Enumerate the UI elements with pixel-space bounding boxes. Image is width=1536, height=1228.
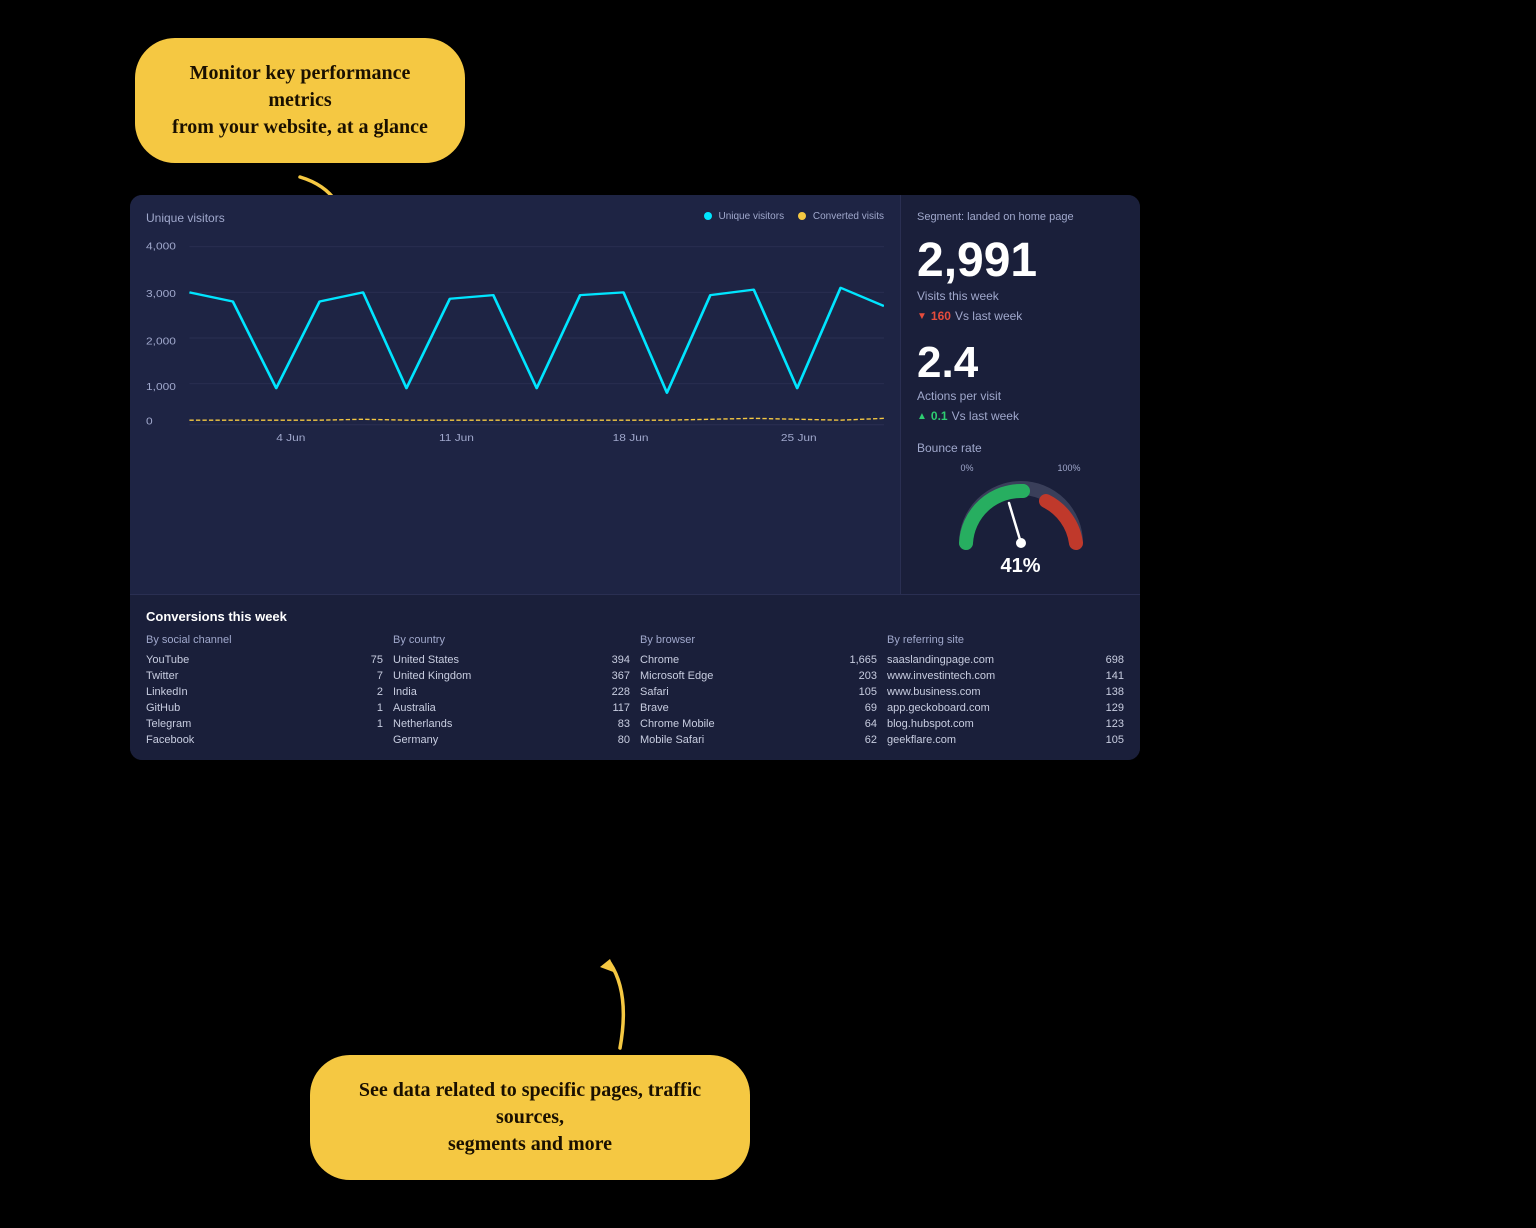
list-item: app.geckoboard.com129 [887, 700, 1124, 716]
line-chart: 4,000 3,000 2,000 1,000 0 4 Jun 11 Jun 1… [146, 233, 884, 443]
list-item: Safari105 [640, 684, 877, 700]
list-item: GitHub1 [146, 700, 383, 716]
actions-value: 2.4 [917, 341, 1124, 385]
chart-area: Unique visitors Unique visitors Converte… [130, 195, 900, 594]
svg-text:18 Jun: 18 Jun [613, 433, 649, 443]
list-item: saaslandingpage.com698 [887, 652, 1124, 668]
gauge-max: 100% [1057, 463, 1080, 473]
country-header: By country [393, 634, 630, 646]
up-arrow-icon: ▲ [917, 411, 927, 422]
list-item: YouTube75 [146, 652, 383, 668]
list-item: Australia117 [393, 700, 630, 716]
list-item: Brave69 [640, 700, 877, 716]
list-item: Germany80 [393, 732, 630, 748]
conversions-grid: By social channel YouTube75 Twitter7 Lin… [146, 634, 1124, 748]
list-item: Netherlands83 [393, 716, 630, 732]
list-item: Mobile Safari62 [640, 732, 877, 748]
visits-value: 2,991 [917, 237, 1124, 285]
top-bubble: Monitor key performance metricsfrom your… [135, 38, 465, 163]
list-item: Telegram1 [146, 716, 383, 732]
gauge-chart [951, 473, 1091, 553]
conversions-title: Conversions this week [146, 609, 1124, 624]
list-item: geekflare.com105 [887, 732, 1124, 748]
actions-change-label: Vs last week [952, 409, 1019, 423]
svg-text:4 Jun: 4 Jun [276, 433, 305, 443]
legend-converted: Converted visits [798, 211, 884, 222]
bottom-bubble: See data related to specific pages, traf… [310, 1055, 750, 1180]
svg-text:1,000: 1,000 [146, 382, 176, 393]
list-item: Facebook [146, 732, 383, 748]
list-item: Chrome1,665 [640, 652, 877, 668]
top-bubble-text: Monitor key performance metricsfrom your… [172, 62, 428, 138]
visits-label: Visits this week [917, 289, 1124, 303]
svg-text:4,000: 4,000 [146, 241, 176, 252]
gauge-container: 0% 100% 41% [917, 463, 1124, 578]
visits-change: ▼ 160 Vs last week [917, 309, 1124, 323]
actions-change-value: 0.1 [931, 409, 948, 423]
segment-panel: Segment: landed on home page 2,991 Visit… [900, 195, 1140, 594]
visits-change-value: 160 [931, 309, 951, 323]
actions-label: Actions per visit [917, 389, 1124, 403]
bottom-bubble-text: See data related to specific pages, traf… [359, 1079, 701, 1155]
svg-text:3,000: 3,000 [146, 289, 176, 300]
actions-change: ▲ 0.1 Vs last week [917, 409, 1124, 423]
top-section: Unique visitors Unique visitors Converte… [130, 195, 1140, 594]
conversions-section: Conversions this week By social channel … [130, 594, 1140, 760]
list-item: Microsoft Edge203 [640, 668, 877, 684]
svg-text:0: 0 [146, 417, 153, 428]
svg-text:25 Jun: 25 Jun [781, 433, 817, 443]
list-item: blog.hubspot.com123 [887, 716, 1124, 732]
gauge-value: 41% [1000, 555, 1040, 578]
chart-legend: Unique visitors Converted visits [704, 211, 884, 222]
list-item: Chrome Mobile64 [640, 716, 877, 732]
unique-dot [704, 212, 712, 220]
browser-column: By browser Chrome1,665 Microsoft Edge203… [640, 634, 877, 748]
bounce-label: Bounce rate [917, 441, 1124, 455]
list-item: United Kingdom367 [393, 668, 630, 684]
list-item: United States394 [393, 652, 630, 668]
down-arrow-icon: ▼ [917, 311, 927, 322]
gauge-ticks: 0% 100% [961, 463, 1081, 473]
bottom-arrow [580, 953, 660, 1053]
list-item: www.business.com138 [887, 684, 1124, 700]
gauge-min: 0% [961, 463, 974, 473]
svg-text:11 Jun: 11 Jun [439, 433, 474, 443]
svg-text:2,000: 2,000 [146, 336, 176, 347]
list-item: LinkedIn2 [146, 684, 383, 700]
list-item: India228 [393, 684, 630, 700]
legend-unique: Unique visitors [704, 211, 784, 222]
social-column: By social channel YouTube75 Twitter7 Lin… [146, 634, 383, 748]
social-header: By social channel [146, 634, 383, 646]
browser-header: By browser [640, 634, 877, 646]
referring-header: By referring site [887, 634, 1124, 646]
dashboard: Unique visitors Unique visitors Converte… [130, 195, 1140, 760]
country-column: By country United States394 United Kingd… [393, 634, 630, 748]
list-item: www.investintech.com141 [887, 668, 1124, 684]
segment-title: Segment: landed on home page [917, 211, 1124, 223]
converted-dot [798, 212, 806, 220]
referring-column: By referring site saaslandingpage.com698… [887, 634, 1124, 748]
list-item: Twitter7 [146, 668, 383, 684]
visits-change-label: Vs last week [955, 309, 1022, 323]
